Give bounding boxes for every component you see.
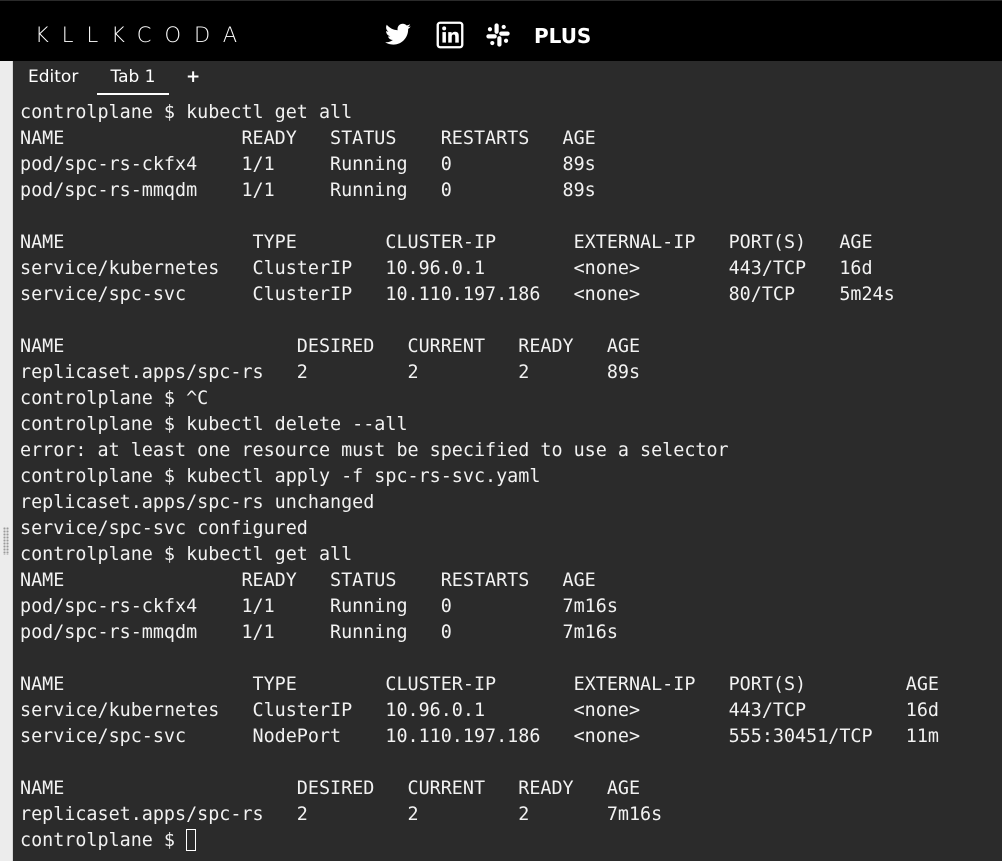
terminal-line: controlplane $ kubectl apply -f spc-rs-s…	[20, 466, 541, 487]
linkedin-icon[interactable]	[436, 21, 464, 49]
terminal-line: replicaset.apps/spc-rs 2 2 2 7m16s	[20, 804, 663, 825]
top-bar: KLLKCODA PLUS	[0, 0, 1002, 61]
terminal-line: controlplane $ kubectl get all	[20, 102, 353, 123]
plus-link[interactable]: PLUS	[534, 24, 591, 48]
terminal-cursor[interactable]	[186, 829, 197, 851]
terminal-line: pod/spc-rs-ckfx4 1/1 Running 0 7m16s	[20, 596, 618, 617]
terminal-line: controlplane $ ^C	[20, 388, 209, 409]
terminal-line: NAME READY STATUS RESTARTS AGE	[20, 128, 596, 149]
terminal-line: service/kubernetes ClusterIP 10.96.0.1 <…	[20, 700, 939, 721]
terminal-lines: controlplane $ kubectl get all NAME READ…	[20, 100, 939, 854]
terminal-line: service/spc-svc configured	[20, 518, 308, 539]
slack-icon[interactable]	[484, 21, 512, 49]
terminal-line: pod/spc-rs-mmqdm 1/1 Running 0 89s	[20, 180, 596, 201]
terminal-line: service/spc-svc ClusterIP 10.110.197.186…	[20, 284, 895, 305]
terminal-line: service/kubernetes ClusterIP 10.96.0.1 <…	[20, 258, 873, 279]
drag-handle-icon[interactable]	[3, 527, 9, 555]
terminal-line: NAME READY STATUS RESTARTS AGE	[20, 570, 596, 591]
terminal-line: NAME TYPE CLUSTER-IP EXTERNAL-IP PORT(S)…	[20, 674, 939, 695]
terminal-line: NAME DESIRED CURRENT READY AGE	[20, 336, 641, 357]
terminal-prompt: controlplane $	[20, 830, 187, 851]
terminal-line: NAME TYPE CLUSTER-IP EXTERNAL-IP PORT(S)…	[20, 232, 873, 253]
tab-1[interactable]: Tab 1	[97, 61, 169, 95]
terminal-line: controlplane $ kubectl delete --all	[20, 414, 408, 435]
terminal-line: pod/spc-rs-mmqdm 1/1 Running 0 7m16s	[20, 622, 618, 643]
terminal-line: NAME DESIRED CURRENT READY AGE	[20, 778, 641, 799]
twitter-icon[interactable]	[384, 21, 412, 49]
terminal-line: controlplane $ kubectl get all	[20, 544, 353, 565]
terminal-line: service/spc-svc NodePort 10.110.197.186 …	[20, 726, 939, 747]
terminal-prompt-line[interactable]: controlplane $	[20, 828, 939, 854]
tab-editor[interactable]: Editor	[28, 61, 78, 93]
terminal-output[interactable]: controlplane $ kubectl get all NAME READ…	[13, 95, 1002, 861]
add-tab-button[interactable]: +	[186, 61, 200, 93]
resize-gutter[interactable]	[0, 61, 13, 861]
terminal-line: replicaset.apps/spc-rs 2 2 2 89s	[20, 362, 641, 383]
terminal-line: replicaset.apps/spc-rs unchanged	[20, 492, 375, 513]
brand-logo[interactable]: KLLKCODA	[35, 23, 250, 47]
terminal-line: error: at least one resource must be spe…	[20, 440, 729, 461]
terminal-line: pod/spc-rs-ckfx4 1/1 Running 0 89s	[20, 154, 596, 175]
tab-bar: Editor Tab 1 +	[13, 61, 1002, 95]
